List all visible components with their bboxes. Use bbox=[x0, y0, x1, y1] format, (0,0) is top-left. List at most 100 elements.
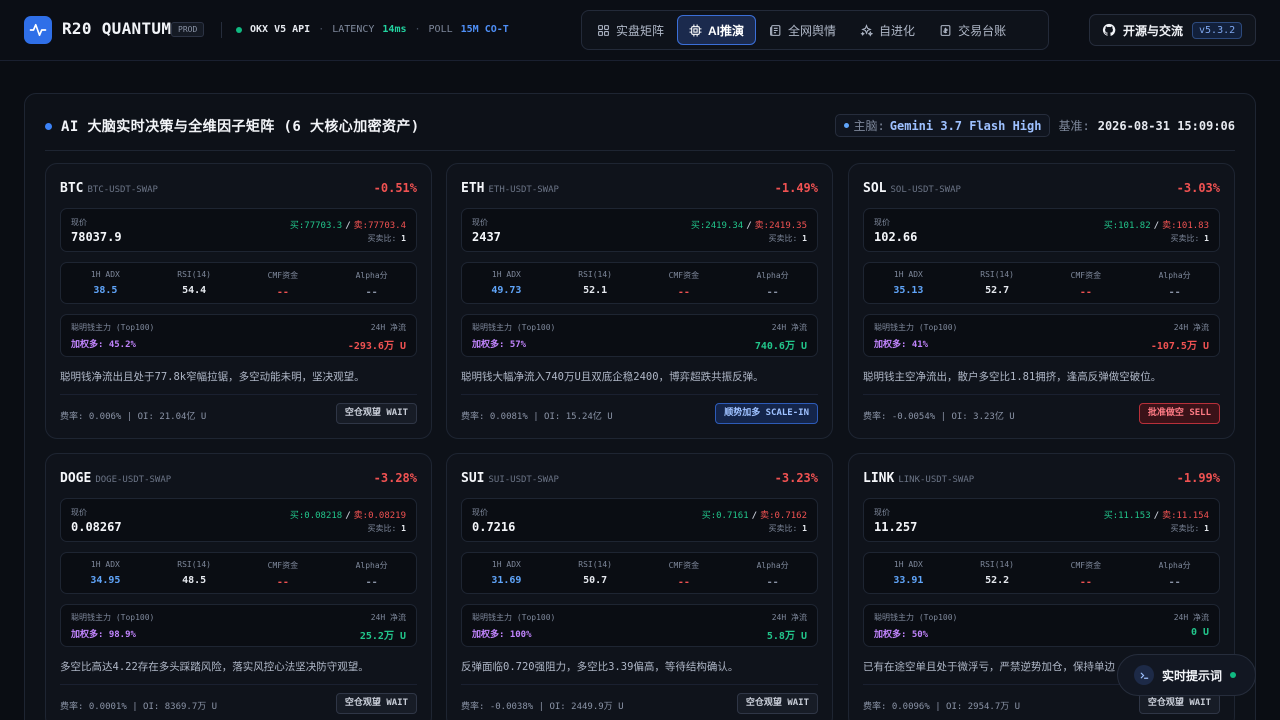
main-nav: 实盘矩阵 AI推演 全网舆情 自进化 交易台账 bbox=[581, 10, 1049, 50]
oi-label: OI: bbox=[549, 702, 566, 712]
weighted-long: 加权多: 41% bbox=[874, 337, 928, 350]
decision-badge[interactable]: 空仓观望 WAIT bbox=[736, 693, 818, 714]
ratio-label: 买卖比: bbox=[367, 234, 397, 243]
ask-price: 2419.35 bbox=[769, 221, 807, 231]
net-flow-label: 24H 净流 bbox=[771, 323, 807, 332]
indicator-label: RSI(14) bbox=[980, 270, 1014, 279]
github-button[interactable]: 开源与交流 v5.3.2 bbox=[1089, 14, 1256, 46]
smart-money-label: 聪明钱主力 (Top100) bbox=[874, 323, 958, 332]
indicator-label: CMF资金 bbox=[1070, 561, 1102, 570]
net-flow-value: 25.2万 U bbox=[359, 631, 406, 642]
smart-money-label: 聪明钱主力 (Top100) bbox=[472, 613, 556, 622]
asset-symbol: SOL SOL-USDT-SWAP bbox=[863, 181, 961, 196]
oi-label: OI: bbox=[143, 702, 160, 712]
indicator-label: RSI(14) bbox=[980, 560, 1014, 569]
decision-badge[interactable]: 空仓观望 WAIT bbox=[1138, 693, 1220, 714]
decision-badge[interactable]: 空仓观望 WAIT bbox=[335, 403, 417, 424]
terminal-icon bbox=[1134, 665, 1154, 685]
panel-header: AI 大脑实时决策与全维因子矩阵 (6 大核心加密资产) bbox=[45, 116, 420, 136]
cmf-value: -- bbox=[1079, 287, 1092, 298]
oi-value: 3.23亿 U bbox=[973, 412, 1015, 422]
pulse-icon bbox=[29, 23, 47, 37]
bid-ask-ratio: 买卖比: 1 bbox=[769, 523, 807, 534]
alpha-value: -- bbox=[1168, 577, 1181, 588]
adx-value: 38.5 bbox=[93, 285, 118, 296]
funding-value: 0.0081% bbox=[489, 412, 528, 422]
ask-price: 77703.4 bbox=[368, 221, 406, 231]
live-prompt-button[interactable]: 实时提示词 bbox=[1117, 654, 1256, 696]
current-price: 78037.9 bbox=[71, 230, 122, 244]
smart-money-label: 聪明钱主力 (Top100) bbox=[874, 613, 958, 622]
long-value: 98.9% bbox=[108, 630, 136, 640]
long-label: 加权多: bbox=[472, 340, 505, 350]
tab-trade-ledger[interactable]: 交易台账 bbox=[928, 15, 1017, 45]
long-value: 57% bbox=[509, 340, 527, 350]
weighted-long: 加权多: 98.9% bbox=[71, 627, 136, 640]
asset-card-sui[interactable]: SUI SUI-USDT-SWAP -3.23% 现价 0.7216 买:0.71… bbox=[446, 453, 833, 720]
indicator-label: Alpha分 bbox=[355, 271, 388, 280]
oi-label: OI: bbox=[946, 702, 963, 712]
price-box: 现价 0.08267 买:0.08218/卖:0.08219 买卖比: 1 bbox=[60, 498, 417, 542]
bid-ask: 买:101.82/卖:101.83 bbox=[1103, 221, 1209, 231]
funding-oi: 费率: -0.0054% | OI: 3.23亿 U bbox=[863, 412, 1015, 422]
weighted-long: 加权多: 100% bbox=[472, 627, 532, 640]
smart-money-box: 聪明钱主力 (Top100) 24H 净流 加权多: 57% 740.6万 U bbox=[461, 314, 818, 357]
indicator-cmf: CMF资金 -- bbox=[239, 263, 328, 303]
asset-card-doge[interactable]: DOGE DOGE-USDT-SWAP -3.28% 现价 0.08267 买:0… bbox=[45, 453, 432, 720]
decision-badge[interactable]: 顺势加多 SCALE-IN bbox=[715, 403, 818, 424]
long-label: 加权多: bbox=[874, 340, 907, 350]
header-divider bbox=[221, 22, 222, 38]
ask-label: 卖: bbox=[760, 511, 775, 521]
rsi-value: 52.2 bbox=[985, 575, 1010, 586]
decision-badge[interactable]: 空仓观望 WAIT bbox=[335, 693, 417, 714]
net-flow-label: 24H 净流 bbox=[1173, 613, 1209, 622]
logo[interactable] bbox=[24, 16, 52, 44]
alpha-value: -- bbox=[766, 577, 779, 588]
indicator-label: 1H ADX bbox=[491, 560, 521, 569]
card-divider bbox=[863, 394, 1220, 395]
decision-badge[interactable]: 批准做空 SELL bbox=[1138, 403, 1220, 424]
oi-value: 15.24亿 U bbox=[565, 412, 613, 422]
tab-self-evolve[interactable]: 自进化 bbox=[849, 15, 926, 45]
funding-value: -0.0038% bbox=[489, 702, 534, 712]
asset-card-btc[interactable]: BTC BTC-USDT-SWAP -0.51% 现价 78037.9 买:777… bbox=[45, 163, 432, 439]
cmf-value: -- bbox=[276, 287, 289, 298]
brand-name: R20 QUANTUM bbox=[62, 19, 172, 38]
indicator-adx: 1H ADX 35.13 bbox=[864, 263, 953, 303]
indicator-rsi: RSI(14) 50.7 bbox=[551, 553, 640, 593]
long-value: 50% bbox=[911, 630, 929, 640]
oi-label: OI: bbox=[544, 412, 561, 422]
tab-live-matrix[interactable]: 实盘矩阵 bbox=[586, 15, 675, 45]
brain-label: 主脑: bbox=[853, 119, 885, 133]
tab-sentiment[interactable]: 全网舆情 bbox=[758, 15, 847, 45]
symbol: LINK bbox=[863, 471, 895, 486]
asset-card-sol[interactable]: SOL SOL-USDT-SWAP -3.03% 现价 102.66 买:101.… bbox=[848, 163, 1235, 439]
bench-time: 2026-08-31 15:09:06 bbox=[1097, 118, 1235, 133]
bid-price: 2419.34 bbox=[705, 221, 744, 231]
tab-label: AI推演 bbox=[708, 23, 745, 38]
indicator-cmf: CMF资金 -- bbox=[1042, 553, 1131, 593]
adx-value: 33.91 bbox=[893, 575, 924, 586]
tab-ai-inference[interactable]: AI推演 bbox=[677, 15, 757, 45]
asset-card-eth[interactable]: ETH ETH-USDT-SWAP -1.49% 现价 2437 买:2419.3… bbox=[446, 163, 833, 439]
current-price: 11.257 bbox=[874, 520, 918, 534]
ratio-value: 1 bbox=[401, 524, 406, 533]
alpha-value: -- bbox=[766, 287, 779, 298]
alpha-value: -- bbox=[365, 577, 378, 588]
ask-label: 卖: bbox=[754, 221, 770, 231]
asset-symbol: LINK LINK-USDT-SWAP bbox=[863, 471, 974, 486]
oi-value: 8369.7万 U bbox=[164, 702, 218, 712]
indicator-box: 1H ADX 38.5 RSI(14) 54.4 CMF资金 -- Alpha分 -- bbox=[60, 262, 417, 304]
live-dot bbox=[45, 122, 52, 130]
cmf-value: -- bbox=[677, 577, 690, 588]
bid-price: 101.82 bbox=[1118, 221, 1151, 231]
ask-price: 101.83 bbox=[1176, 221, 1209, 231]
bid-price: 0.7161 bbox=[716, 511, 749, 521]
funding-label: 费率: bbox=[863, 702, 887, 712]
panel-divider bbox=[45, 150, 1235, 151]
long-label: 加权多: bbox=[874, 630, 907, 640]
ratio-label: 买卖比: bbox=[1170, 234, 1200, 243]
brain-model-chip[interactable]: 主脑: Gemini 3.7 Flash High bbox=[834, 114, 1051, 137]
price-label: 现价 bbox=[874, 218, 890, 227]
bid-label: 买: bbox=[1103, 221, 1119, 231]
